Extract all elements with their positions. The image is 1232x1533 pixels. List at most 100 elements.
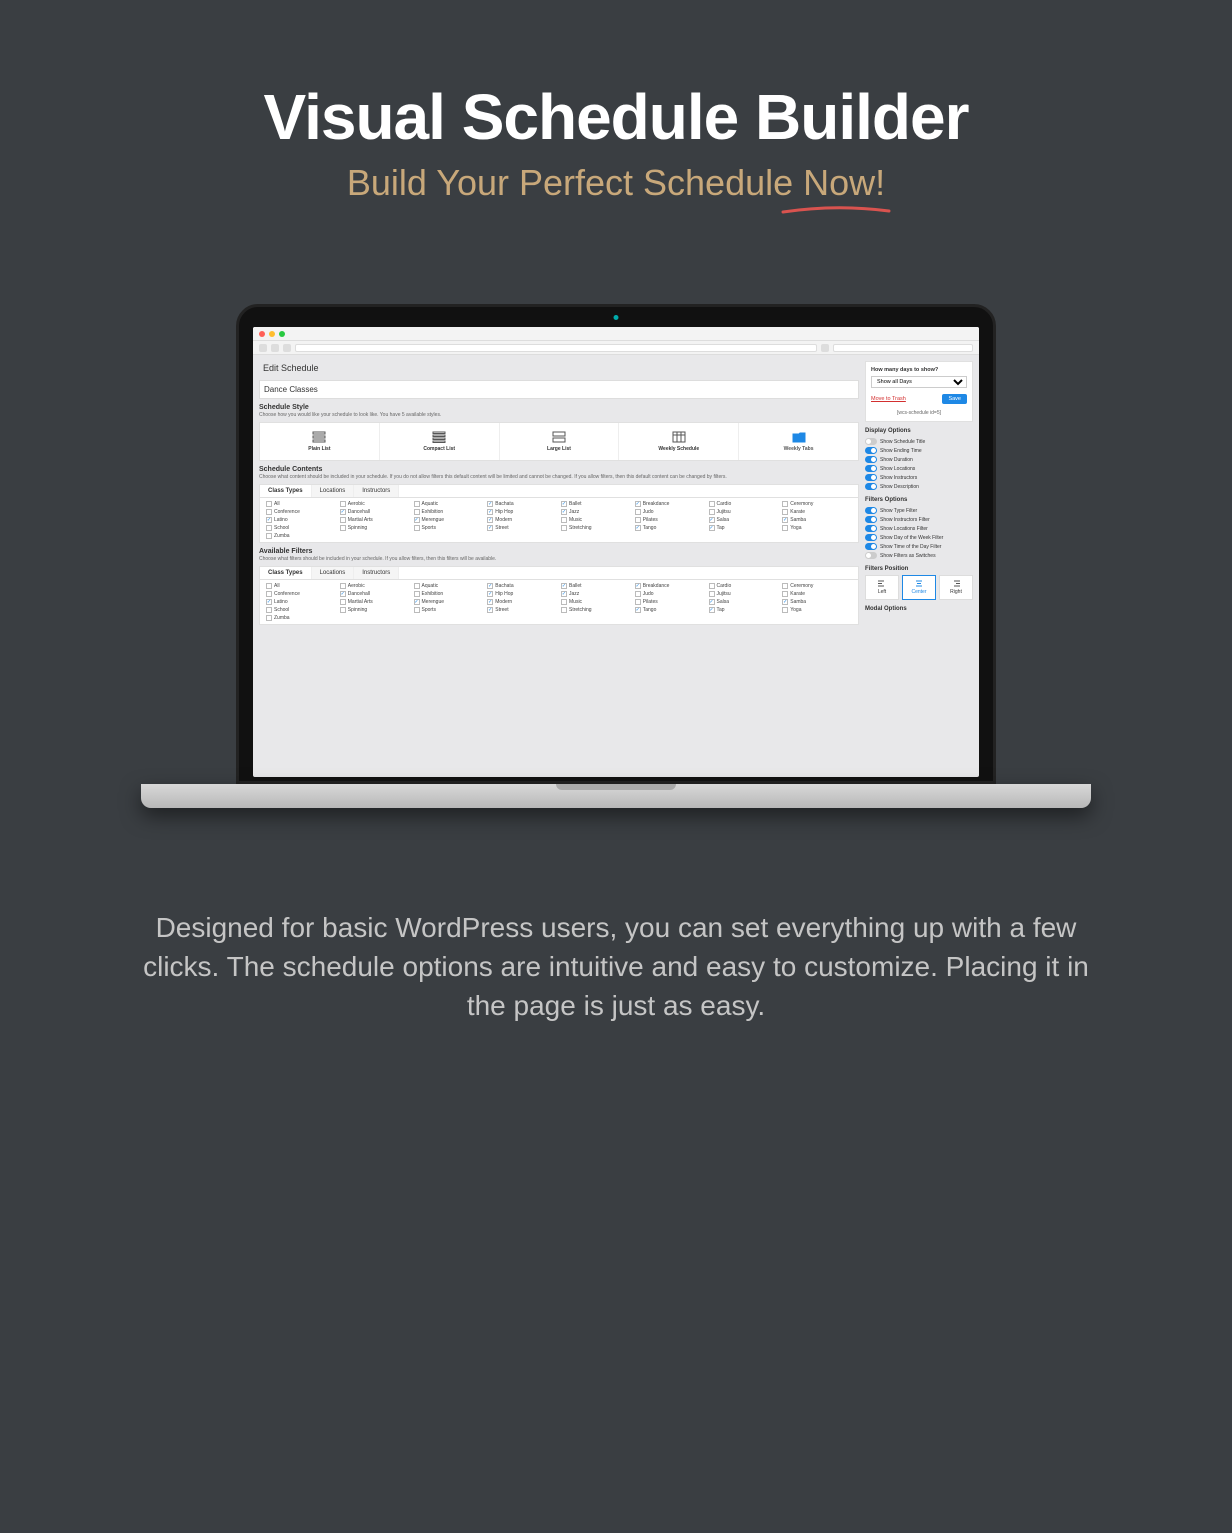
position-left[interactable]: Left — [865, 575, 899, 600]
toggle-show-schedule-title[interactable]: Show Schedule Title — [865, 437, 973, 446]
checkbox-samba[interactable]: Samba — [782, 517, 852, 523]
checkbox-bachata[interactable]: Bachata — [487, 583, 557, 589]
checkbox-salsa[interactable]: Salsa — [709, 599, 779, 605]
style-option-compact-list[interactable]: Compact List — [380, 423, 500, 460]
toggle-show-locations-filter[interactable]: Show Locations Filter — [865, 524, 973, 533]
position-right[interactable]: Right — [939, 575, 973, 600]
checkbox-dancehall[interactable]: Dancehall — [340, 591, 410, 597]
checkbox-aquatic[interactable]: Aquatic — [414, 583, 484, 589]
toggle-show-locations[interactable]: Show Locations — [865, 464, 973, 473]
checkbox-latino[interactable]: Latino — [266, 599, 336, 605]
tab-instructors[interactable]: Instructors — [354, 485, 399, 497]
back-button[interactable] — [259, 344, 267, 352]
checkbox-pilates[interactable]: Pilates — [635, 599, 705, 605]
checkbox-jujitsu[interactable]: Jujitsu — [709, 509, 779, 515]
checkbox-merengue[interactable]: Merengue — [414, 599, 484, 605]
checkbox-street[interactable]: Street — [487, 607, 557, 613]
style-option-plain-list[interactable]: Plain List — [260, 423, 380, 460]
checkbox-zumba[interactable]: Zumba — [266, 533, 336, 539]
checkbox-all[interactable]: All — [266, 583, 336, 589]
move-to-trash-link[interactable]: Move to Trash — [871, 396, 906, 402]
tab-instructors[interactable]: Instructors — [354, 567, 399, 579]
checkbox-ceremony[interactable]: Ceremony — [782, 583, 852, 589]
checkbox-sports[interactable]: Sports — [414, 607, 484, 613]
checkbox-exhibition[interactable]: Exhibition — [414, 509, 484, 515]
checkbox-tango[interactable]: Tango — [635, 607, 705, 613]
checkbox-jujitsu[interactable]: Jujitsu — [709, 591, 779, 597]
save-button[interactable]: Save — [942, 394, 967, 404]
close-icon[interactable] — [259, 331, 265, 337]
checkbox-breakdance[interactable]: Breakdance — [635, 583, 705, 589]
checkbox-merengue[interactable]: Merengue — [414, 517, 484, 523]
style-option-weekly-schedule[interactable]: Weekly Schedule — [619, 423, 739, 460]
minimize-icon[interactable] — [269, 331, 275, 337]
toggle-show-time-of-the-day-filter[interactable]: Show Time of the Day Filter — [865, 542, 973, 551]
checkbox-pilates[interactable]: Pilates — [635, 517, 705, 523]
checkbox-cardio[interactable]: Cardio — [709, 583, 779, 589]
checkbox-ceremony[interactable]: Ceremony — [782, 501, 852, 507]
checkbox-jazz[interactable]: Jazz — [561, 591, 631, 597]
search-bar[interactable] — [833, 344, 973, 352]
checkbox-modern[interactable]: Modern — [487, 517, 557, 523]
checkbox-samba[interactable]: Samba — [782, 599, 852, 605]
checkbox-stretching[interactable]: Stretching — [561, 607, 631, 613]
checkbox-judo[interactable]: Judo — [635, 509, 705, 515]
checkbox-ballet[interactable]: Ballet — [561, 583, 631, 589]
checkbox-breakdance[interactable]: Breakdance — [635, 501, 705, 507]
toggle-show-instructors[interactable]: Show Instructors — [865, 473, 973, 482]
checkbox-yoga[interactable]: Yoga — [782, 525, 852, 531]
menu-button[interactable] — [283, 344, 291, 352]
checkbox-karate[interactable]: Karate — [782, 509, 852, 515]
forward-button[interactable] — [271, 344, 279, 352]
checkbox-yoga[interactable]: Yoga — [782, 607, 852, 613]
checkbox-street[interactable]: Street — [487, 525, 557, 531]
checkbox-school[interactable]: School — [266, 525, 336, 531]
checkbox-bachata[interactable]: Bachata — [487, 501, 557, 507]
checkbox-hip-hop[interactable]: Hip Hop — [487, 591, 557, 597]
checkbox-cardio[interactable]: Cardio — [709, 501, 779, 507]
checkbox-stretching[interactable]: Stretching — [561, 525, 631, 531]
address-bar[interactable] — [295, 344, 817, 352]
tab-locations[interactable]: Locations — [312, 485, 355, 497]
search-icon[interactable] — [821, 344, 829, 352]
toggle-show-day-of-the-week-filter[interactable]: Show Day of the Week Filter — [865, 533, 973, 542]
checkbox-tap[interactable]: Tap — [709, 525, 779, 531]
tab-class-types[interactable]: Class Types — [260, 567, 312, 579]
position-center[interactable]: Center — [902, 575, 936, 600]
style-option-weekly-tabs[interactable]: Weekly Tabs — [739, 423, 858, 460]
checkbox-salsa[interactable]: Salsa — [709, 517, 779, 523]
toggle-show-duration[interactable]: Show Duration — [865, 455, 973, 464]
toggle-show-ending-time[interactable]: Show Ending Time — [865, 446, 973, 455]
checkbox-latino[interactable]: Latino — [266, 517, 336, 523]
days-select[interactable]: Show all Days — [871, 376, 967, 388]
checkbox-martial-arts[interactable]: Martial Arts — [340, 599, 410, 605]
checkbox-ballet[interactable]: Ballet — [561, 501, 631, 507]
checkbox-sports[interactable]: Sports — [414, 525, 484, 531]
checkbox-aerobic[interactable]: Aerobic — [340, 501, 410, 507]
checkbox-aquatic[interactable]: Aquatic — [414, 501, 484, 507]
maximize-icon[interactable] — [279, 331, 285, 337]
checkbox-music[interactable]: Music — [561, 599, 631, 605]
schedule-name-input[interactable]: Dance Classes — [259, 380, 859, 399]
checkbox-dancehall[interactable]: Dancehall — [340, 509, 410, 515]
checkbox-modern[interactable]: Modern — [487, 599, 557, 605]
checkbox-tango[interactable]: Tango — [635, 525, 705, 531]
toggle-show-description[interactable]: Show Description — [865, 482, 973, 491]
checkbox-aerobic[interactable]: Aerobic — [340, 583, 410, 589]
checkbox-conference[interactable]: Conference — [266, 509, 336, 515]
toggle-show-filters-as-switches[interactable]: Show Filters as Switches — [865, 551, 973, 560]
tab-locations[interactable]: Locations — [312, 567, 355, 579]
checkbox-jazz[interactable]: Jazz — [561, 509, 631, 515]
checkbox-spinning[interactable]: Spinning — [340, 525, 410, 531]
checkbox-karate[interactable]: Karate — [782, 591, 852, 597]
checkbox-school[interactable]: School — [266, 607, 336, 613]
checkbox-exhibition[interactable]: Exhibition — [414, 591, 484, 597]
checkbox-tap[interactable]: Tap — [709, 607, 779, 613]
checkbox-judo[interactable]: Judo — [635, 591, 705, 597]
checkbox-conference[interactable]: Conference — [266, 591, 336, 597]
toggle-show-instructors-filter[interactable]: Show Instructors Filter — [865, 515, 973, 524]
checkbox-hip-hop[interactable]: Hip Hop — [487, 509, 557, 515]
checkbox-all[interactable]: All — [266, 501, 336, 507]
tab-class-types[interactable]: Class Types — [260, 485, 312, 497]
checkbox-music[interactable]: Music — [561, 517, 631, 523]
